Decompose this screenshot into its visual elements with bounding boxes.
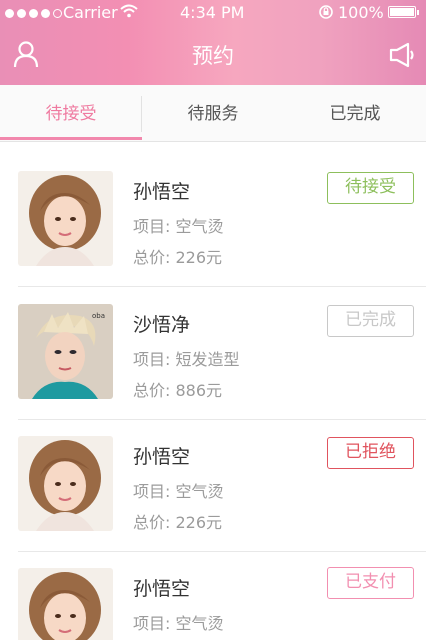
header-bar: Carrier 4:34 PM 100% 预约 bbox=[0, 0, 426, 85]
status-bar: Carrier 4:34 PM 100% bbox=[0, 0, 426, 26]
project-line: 项目: 短发造型 bbox=[133, 350, 240, 369]
status-badge[interactable]: 已完成 bbox=[327, 305, 414, 337]
tab-divider bbox=[141, 96, 142, 132]
rotation-lock-icon bbox=[319, 5, 333, 19]
client-name: 沙悟净 bbox=[133, 314, 191, 336]
tab-pending-accept[interactable]: 待接受 bbox=[0, 85, 142, 141]
price-line: 总价: 886元 bbox=[133, 381, 223, 400]
wifi-icon bbox=[120, 4, 138, 18]
price-value: 226元 bbox=[175, 248, 223, 267]
status-badge[interactable]: 已支付 bbox=[327, 567, 414, 599]
divider bbox=[18, 286, 426, 287]
speaker-icon[interactable] bbox=[388, 42, 416, 68]
list-item[interactable]: 孙悟空 项目: 空气烫 已支付 bbox=[0, 552, 426, 640]
tab-completed[interactable]: 已完成 bbox=[284, 85, 426, 141]
avatar bbox=[18, 171, 113, 266]
project-line: 项目: 空气烫 bbox=[133, 217, 224, 236]
tab-bar: 待接受 待服务 已完成 bbox=[0, 85, 426, 142]
project-value: 空气烫 bbox=[175, 217, 224, 236]
svg-text:oba: oba bbox=[92, 312, 105, 320]
price-value: 226元 bbox=[175, 513, 223, 532]
active-tab-indicator bbox=[0, 137, 142, 140]
page-title: 预约 bbox=[192, 44, 234, 68]
client-name: 孙悟空 bbox=[133, 578, 191, 600]
battery-percent: 100% bbox=[338, 3, 384, 22]
price-value: 886元 bbox=[175, 381, 223, 400]
client-name: 孙悟空 bbox=[133, 181, 191, 203]
list-item[interactable]: 孙悟空 项目: 空气烫 总价: 226元 已拒绝 bbox=[0, 420, 426, 552]
price-line: 总价: 226元 bbox=[133, 248, 223, 267]
battery-icon bbox=[388, 6, 416, 18]
project-line: 项目: 空气烫 bbox=[133, 482, 224, 501]
tab-pending-service[interactable]: 待服务 bbox=[142, 85, 284, 141]
avatar: oba bbox=[18, 304, 113, 399]
price-line: 总价: 226元 bbox=[133, 513, 223, 532]
avatar bbox=[18, 436, 113, 531]
status-badge[interactable]: 已拒绝 bbox=[327, 437, 414, 469]
signal-icon bbox=[5, 9, 62, 18]
list-item[interactable]: oba 沙悟净 项目: 短发造型 总价: 886元 已完成 bbox=[0, 288, 426, 420]
status-badge[interactable]: 待接受 bbox=[327, 172, 414, 204]
avatar bbox=[18, 568, 113, 640]
client-name: 孙悟空 bbox=[133, 446, 191, 468]
project-value: 空气烫 bbox=[175, 614, 224, 633]
project-value: 空气烫 bbox=[175, 482, 224, 501]
project-value: 短发造型 bbox=[175, 350, 240, 369]
list-item[interactable]: 孙悟空 项目: 空气烫 总价: 226元 待接受 bbox=[0, 155, 426, 287]
project-line: 项目: 空气烫 bbox=[133, 614, 224, 633]
carrier-label: Carrier bbox=[63, 3, 118, 22]
clock: 4:34 PM bbox=[180, 3, 245, 22]
